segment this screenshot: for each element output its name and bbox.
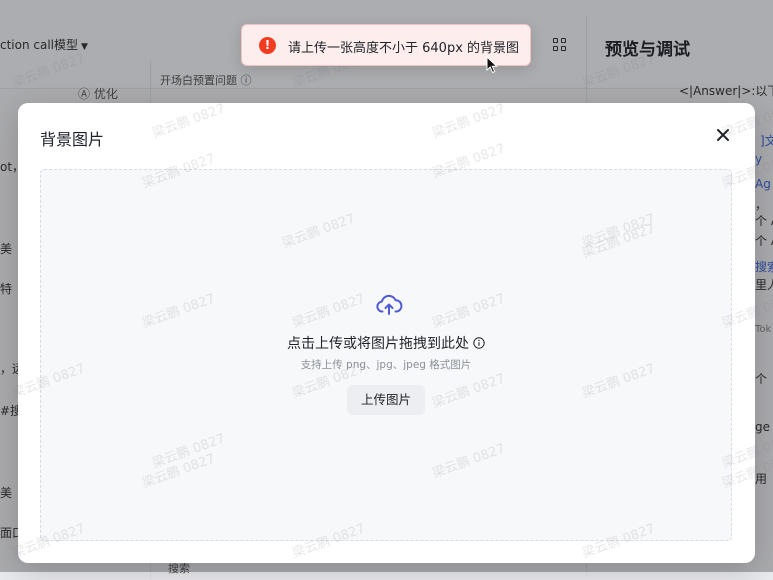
modal-title: 背景图片 (40, 130, 105, 149)
upload-image-button[interactable]: 上传图片 (347, 385, 425, 415)
close-button[interactable] (713, 125, 733, 145)
error-icon: ! (259, 37, 276, 54)
info-icon[interactable] (473, 337, 485, 349)
toast-message: 请上传一张高度不小于 640px 的背景图 (288, 41, 520, 56)
cloud-upload-icon (376, 294, 403, 315)
close-icon (717, 129, 729, 141)
dropzone-title: 点击上传或将图片拖拽到此处 (41, 333, 731, 353)
dropzone-title-text: 点击上传或将图片拖拽到此处 (287, 336, 469, 352)
background-image-modal: 背景图片 点击上传或将图片拖拽到此处 支持上传 png、jpg、jpeg 格式图… (18, 103, 755, 563)
mouse-cursor-icon (486, 56, 498, 74)
dropzone-subtitle: 支持上传 png、jpg、jpeg 格式图片 (300, 359, 472, 371)
upload-dropzone[interactable]: 点击上传或将图片拖拽到此处 支持上传 png、jpg、jpeg 格式图片 上传图… (40, 169, 732, 541)
